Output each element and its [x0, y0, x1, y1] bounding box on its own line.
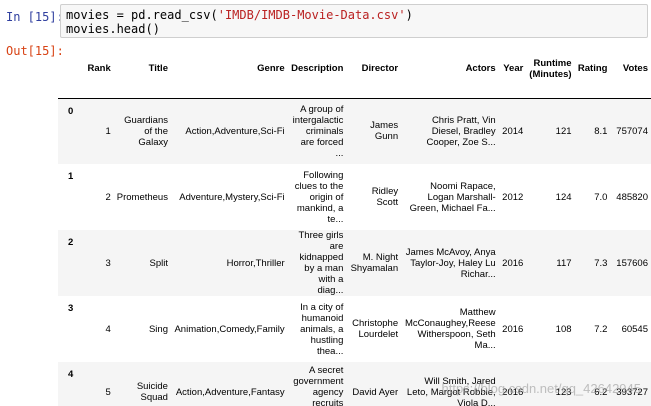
cell-rank: 2 — [105, 191, 111, 203]
row-index: 0 — [68, 105, 74, 117]
cell-rank: 5 — [105, 386, 111, 398]
cell-rating: 7.0 — [594, 191, 608, 203]
cell-description: Three girls are kidnapped by a man with … — [298, 230, 344, 296]
cell-title: Split — [149, 257, 168, 269]
cell-title: Prometheus — [116, 191, 168, 203]
cell-actors: Matthew McConaughey,Reese Witherspoon, S… — [405, 307, 496, 351]
cell-actors: James McAvoy, Anya Taylor-Joy, Haley Lu … — [405, 246, 496, 280]
cell-runtime: 108 — [555, 323, 572, 335]
cell-votes: 60545 — [621, 323, 648, 335]
cell-director: Christophe Lourdelet — [352, 318, 399, 340]
cell-year: 2016 — [502, 323, 524, 335]
row-index: 3 — [68, 303, 74, 314]
cell-actors: Noomi Rapace, Logan Marshall-Green, Mich… — [409, 180, 496, 214]
cell-title: Suicide Squad — [136, 381, 168, 403]
column-header-rating: Rating — [574, 40, 611, 99]
code-editor[interactable]: movies = pd.read_csv('IMDB/IMDB-Movie-Da… — [60, 4, 648, 38]
column-header-rank: Rank — [81, 40, 114, 99]
cell-description: In a city of humanoid animals, a hustlin… — [300, 301, 344, 357]
code-token: ) — [405, 8, 413, 22]
cell-runtime: 121 — [555, 125, 572, 137]
cell-rating: 8.1 — [594, 125, 608, 137]
column-header-director: Director — [346, 40, 402, 99]
cell-year: 2012 — [502, 191, 524, 203]
cell-year: 2016 — [502, 257, 524, 269]
cell-runtime: 117 — [556, 257, 572, 269]
table-row: 1 2 Prometheus Adventure,Mystery,Sci-Fi … — [58, 164, 651, 230]
table-row: 0 1 Guardians of the Galaxy Action,Adven… — [58, 98, 651, 164]
cell-description: A secret government agency recruits some… — [293, 364, 344, 406]
column-header-runtime: Runtime (Minutes) — [526, 40, 575, 99]
table-row: 2 3 Split Horror,Thriller Three girls ar… — [58, 230, 651, 296]
output-area: Rank Title Genre Description Director Ac… — [58, 40, 651, 406]
column-header-title: Title — [113, 40, 171, 99]
input-prompt: In [15]: — [6, 10, 64, 24]
table-header-row: Rank Title Genre Description Director Ac… — [58, 40, 651, 99]
cell-year: 2014 — [502, 125, 524, 137]
column-header-genre: Genre — [170, 40, 288, 99]
table-row: 3 4 Sing Animation,Comedy,Family In a ci… — [58, 296, 651, 362]
cell-rank: 1 — [105, 125, 111, 137]
cell-genre: Adventure,Mystery,Sci-Fi — [179, 191, 285, 203]
column-header-actors: Actors — [401, 40, 499, 99]
output-prompt: Out[15]: — [6, 44, 64, 58]
cell-votes: 757074 — [616, 125, 648, 137]
cell-rating: 7.3 — [594, 257, 608, 269]
row-index: 1 — [68, 171, 74, 182]
code-line-1: movies = pd.read_csv('IMDB/IMDB-Movie-Da… — [66, 8, 642, 22]
column-header-description: Description — [287, 40, 347, 99]
code-token: movies = pd.read_csv( — [66, 8, 218, 22]
cell-rank: 3 — [105, 257, 111, 269]
cell-genre: Horror,Thriller — [226, 257, 285, 269]
cell-votes: 157606 — [616, 257, 648, 269]
cell-rating: 7.2 — [594, 323, 608, 335]
column-header-votes: Votes — [610, 40, 651, 99]
cell-director: M. Night Shyamalan — [350, 252, 399, 274]
cell-title: Sing — [148, 323, 168, 335]
cell-genre: Animation,Comedy,Family — [174, 323, 285, 335]
cell-actors: Chris Pratt, Vin Diesel, Bradley Cooper,… — [426, 114, 496, 148]
cell-director: David Ayer — [352, 386, 399, 398]
code-string-literal: 'IMDB/IMDB-Movie-Data.csv' — [217, 8, 406, 22]
row-index: 2 — [68, 237, 74, 248]
cell-rank: 4 — [105, 323, 111, 335]
cell-title: Guardians of the Galaxy — [124, 114, 168, 148]
cell-description: A group of intergalactic criminals are f… — [292, 103, 344, 159]
column-header-year: Year — [498, 40, 527, 99]
column-header-index — [58, 40, 82, 99]
row-index: 4 — [68, 369, 74, 380]
cell-director: Ridley Scott — [371, 186, 399, 208]
cell-description: Following clues to the origin of mankind… — [294, 169, 344, 225]
cell-votes: 485820 — [616, 191, 648, 203]
dataframe-table: Rank Title Genre Description Director Ac… — [58, 40, 651, 406]
watermark-text: https://blog.csdn.net/qq_42642945 — [441, 381, 642, 396]
cell-director: James Gunn — [370, 120, 399, 143]
code-line-2: movies.head() — [66, 22, 160, 36]
cell-genre: Action,Adventure,Sci-Fi — [185, 125, 285, 137]
cell-genre: Action,Adventure,Fantasy — [175, 386, 285, 398]
cell-runtime: 124 — [555, 191, 572, 203]
